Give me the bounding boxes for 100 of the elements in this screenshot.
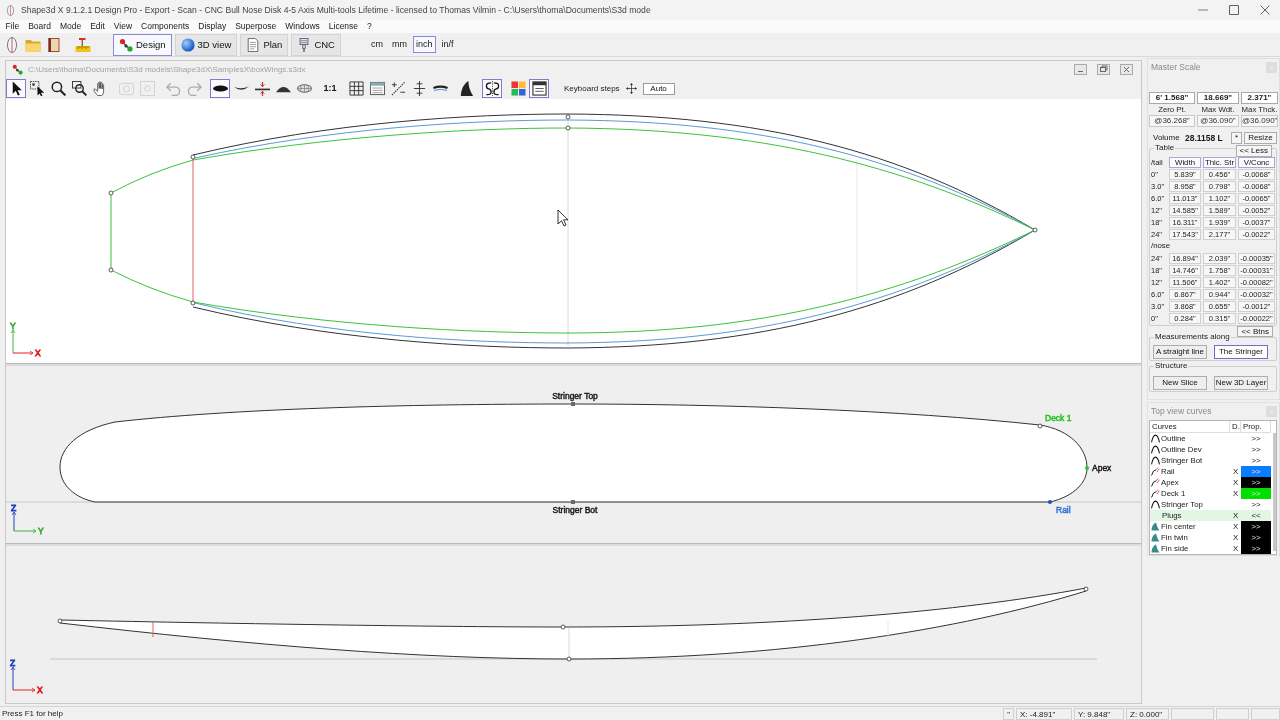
structure-button[interactable]: New 3D Layer [1214,375,1268,390]
scale-button[interactable]: 1:1 [320,79,340,98]
menu-item[interactable]: ? [362,20,377,33]
axes-icon [10,329,34,356]
frame-icon [139,81,155,96]
mirror-curves-icon [484,81,500,96]
unit-option[interactable]: in/f [438,36,457,53]
unit-option[interactable]: inch [413,36,436,53]
menu-item[interactable]: View [109,20,137,33]
axis-label: Z [11,503,17,513]
surfboard-icon[interactable] [4,36,20,53]
menu-item[interactable]: Superpose [230,20,281,33]
control-point [1083,586,1089,592]
maximize-icon[interactable] [1228,5,1239,15]
menu-item[interactable]: Mode [55,20,86,33]
curve-label: Apex [1092,463,1112,473]
position-value: @36.090" [1197,115,1239,127]
tool-button[interactable] [69,79,89,98]
document-icon [246,37,261,52]
nodes-icon [12,64,23,75]
panel-button[interactable]: Resize [1244,132,1277,144]
tool-button[interactable] [529,79,549,98]
window-icon [369,81,385,96]
axis-label: Z [10,658,16,668]
buttons-toggle[interactable]: << Btns [1237,326,1273,337]
group-label: Table [1154,143,1176,153]
surfboard-icon [5,4,16,16]
diagonal-line-icon [390,81,406,96]
volume-label: Volume [1153,133,1181,143]
group-label: Measurements along [1154,332,1231,342]
status-cell: " [1003,707,1014,720]
scrollbar[interactable] [1273,433,1276,551]
menu-item[interactable]: Edit [85,20,110,33]
restore-icon[interactable] [1097,64,1110,75]
tool-button[interactable] [252,79,272,98]
volume-value: 28.1158 L [1185,132,1224,144]
menu-item[interactable]: Display [193,20,231,33]
redo-icon [186,81,202,96]
tool-button[interactable] [6,79,26,98]
mode-button[interactable]: Plan [240,33,289,56]
panel-title: Top view curves [1151,405,1212,417]
tool-button[interactable] [482,79,502,98]
tool-button[interactable] [210,79,230,98]
close-icon[interactable] [1259,5,1270,15]
panel-icon [531,81,547,96]
tool-button[interactable] [27,79,47,98]
panel-title: Master Scale [1151,61,1201,73]
curve-label: Rail [1056,505,1071,515]
menu-item[interactable]: Components [136,20,194,33]
zoom-icon [50,81,66,96]
control-point [571,500,575,504]
control-point [1085,466,1089,470]
tool-button[interactable] [346,79,366,98]
book-icon[interactable] [46,36,62,53]
camera-icon [118,81,134,96]
select-points-icon [29,81,45,96]
less-button[interactable]: << Less [1235,145,1272,157]
grid-icon [348,81,364,96]
ruler-icon[interactable] [75,36,91,53]
control-point [190,300,196,306]
unit-option[interactable]: cm [368,36,386,53]
keyboard-steps-label: Keyboard steps [564,83,620,94]
menu-item[interactable]: File [1,20,24,33]
control-point [566,656,572,662]
axes-icon [11,511,37,534]
arc-pen-icon [1151,467,1160,476]
control-point [1032,227,1038,233]
control-point [190,154,196,160]
tool-button[interactable] [367,79,387,98]
tail-line [152,621,154,638]
mode-button[interactable]: Design [113,33,172,56]
document-title: C:\Users\thoma\Documents\S3d models\Shape3dX\SamplesX\boxWings.s3dx [28,64,306,75]
status-cell: Z: 0.000" [1126,707,1169,720]
axes-icon [10,666,36,693]
curve-label: Stringer Bot [552,505,598,515]
panel-button[interactable]: * [1231,132,1243,144]
cursor-icon [557,209,569,227]
dimension-value: 18.669" [1197,92,1239,104]
mode-button[interactable]: 3D view [174,33,238,56]
menu-item[interactable]: Windows [280,20,325,33]
axis-label: Y [10,321,16,331]
board-grid-icon [296,81,312,96]
control-point [571,402,575,406]
unit-option[interactable]: mm [389,36,410,53]
axis-label: X [35,348,41,358]
option-button[interactable]: A straight line [1153,345,1207,359]
undo-icon [165,81,181,96]
minimize-icon[interactable] [1074,64,1087,75]
crosshair-icon [411,81,427,96]
move-icon[interactable] [625,83,637,94]
option-button[interactable]: The Stringer [1214,345,1268,359]
menu-item[interactable]: License [324,20,363,33]
control-point [1048,500,1052,504]
position-value: @36.268" [1149,115,1195,127]
slice-icon [254,81,270,96]
mode-button[interactable]: CNC [291,33,341,56]
close-icon[interactable] [1120,64,1133,75]
structure-button[interactable]: New Slice [1153,375,1207,390]
menu-item[interactable]: Board [23,20,56,33]
step-mode-button[interactable]: Auto [642,82,675,95]
